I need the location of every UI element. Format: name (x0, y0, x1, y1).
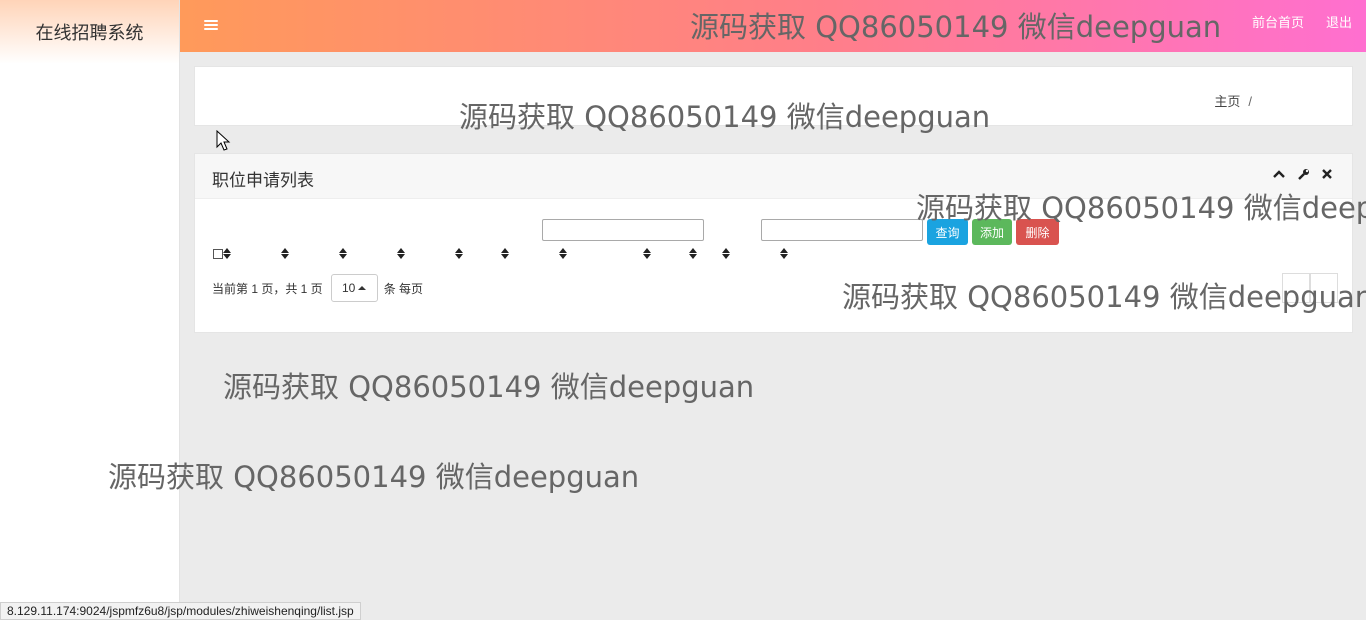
sort-icon[interactable] (501, 248, 509, 260)
pager-next-button[interactable] (1310, 273, 1338, 303)
page-size-value: 10 (342, 281, 356, 295)
chevron-up-icon[interactable] (1272, 166, 1286, 182)
panel-header: 职位申请列表 (195, 154, 1352, 199)
sort-icon[interactable] (223, 248, 231, 260)
browser-status-url: 8.129.11.174:9024/jspmfz6u8/jsp/modules/… (0, 602, 361, 620)
nav-link-frontpage[interactable]: 前台首页 (1252, 12, 1304, 31)
select-all-checkbox[interactable] (213, 249, 223, 259)
panel-tools (1272, 166, 1334, 182)
watermark-text: 源码获取 QQ86050149 微信deepguan (108, 460, 640, 494)
sort-icon[interactable] (780, 248, 788, 260)
search-input-1[interactable] (542, 219, 704, 241)
panel-title: 职位申请列表 (212, 171, 314, 190)
query-button[interactable]: 查询 (927, 219, 968, 245)
nav-link-logout[interactable]: 退出 (1326, 12, 1352, 31)
caret-up-icon (358, 286, 367, 290)
sort-icon[interactable] (689, 248, 697, 260)
breadcrumb-separator: / (1248, 94, 1252, 109)
search-input-2[interactable] (761, 219, 923, 241)
sort-icon[interactable] (559, 248, 567, 260)
breadcrumb-card: 主页 / (194, 66, 1353, 126)
page-size-suffix: 条 每页 (383, 281, 424, 296)
breadcrumb: 主页 / (1214, 91, 1252, 110)
app-brand-title: 在线招聘系统 (0, 0, 179, 64)
sort-icon[interactable] (643, 248, 651, 260)
page-size-select[interactable]: 10 (330, 274, 378, 302)
pagination-info: 当前第 1 页，共 1 页 (212, 281, 323, 296)
sort-icon[interactable] (281, 248, 289, 260)
wrench-icon[interactable] (1296, 166, 1310, 182)
close-icon[interactable] (1320, 166, 1334, 182)
hamburger-menu-icon[interactable] (204, 14, 218, 36)
table-header (213, 246, 1333, 264)
sidebar: 在线招聘系统 (0, 0, 180, 620)
breadcrumb-home[interactable]: 主页 (1214, 94, 1240, 109)
delete-button[interactable]: 删除 (1016, 219, 1059, 245)
top-nav-links: 前台首页 退出 (1252, 0, 1352, 42)
sort-icon[interactable] (455, 248, 463, 260)
job-application-panel: 职位申请列表 查询 添加 删除 当前第 1 页，共 1 页 10 条 每页 (194, 153, 1353, 333)
sort-icon[interactable] (339, 248, 347, 260)
mouse-cursor-icon (216, 130, 231, 151)
sort-icon[interactable] (397, 248, 405, 260)
pagination: 当前第 1 页，共 1 页 10 条 每页 (212, 274, 423, 302)
add-button[interactable]: 添加 (972, 219, 1012, 245)
watermark-text: 源码获取 QQ86050149 微信deepguan (223, 370, 755, 404)
sort-icon[interactable] (722, 248, 730, 260)
pager-prev-button[interactable] (1282, 273, 1310, 303)
top-navbar: 前台首页 退出 (180, 0, 1366, 52)
